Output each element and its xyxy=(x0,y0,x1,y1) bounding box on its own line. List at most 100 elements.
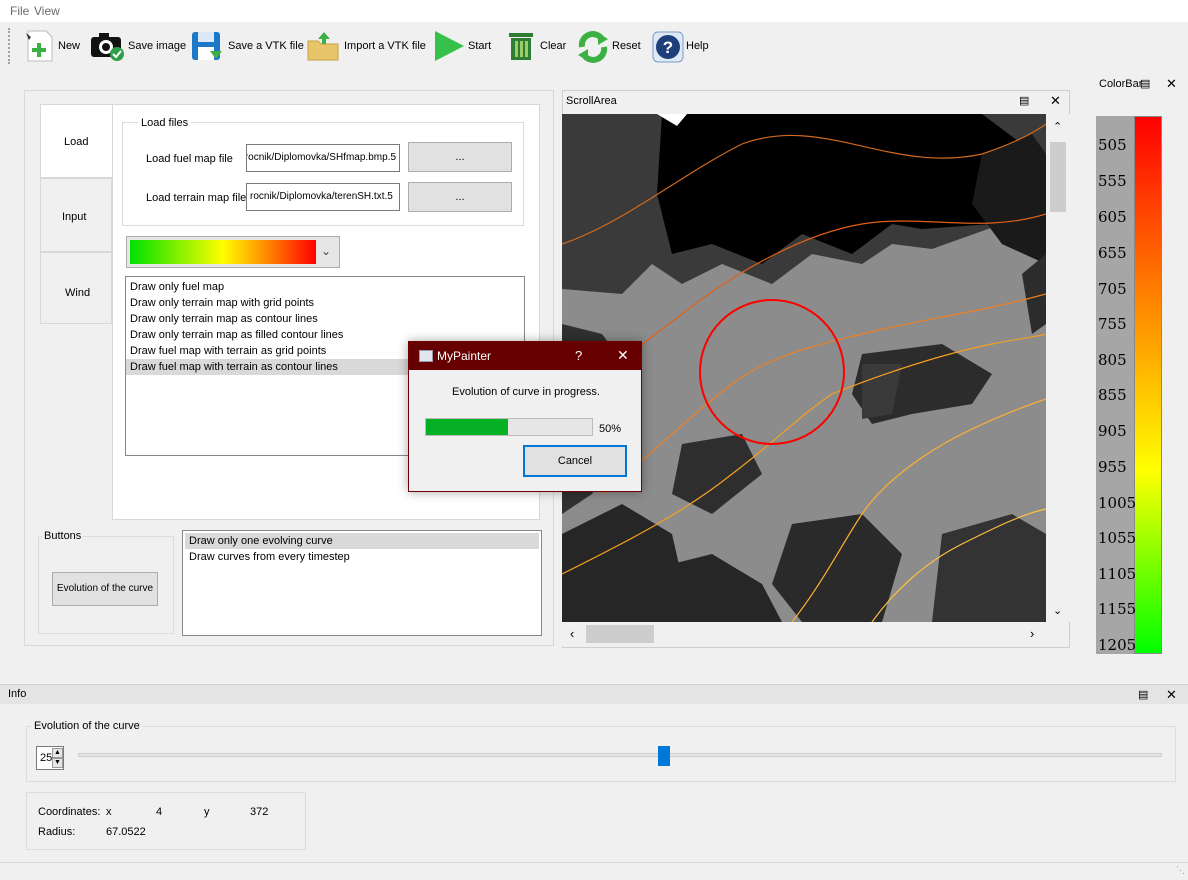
menu-view[interactable]: View xyxy=(34,4,60,18)
save-icon xyxy=(192,32,222,60)
curve-mode-list[interactable]: Draw only one evolving curve Draw curves… xyxy=(182,530,542,636)
list-item[interactable]: Draw only fuel map xyxy=(126,279,524,295)
fuel-map-path-field[interactable]: 5.rocnik/Diplomovka/SHfmap.bmp xyxy=(246,144,400,172)
radius-label: Radius: xyxy=(38,826,76,838)
close-icon[interactable]: ✕ xyxy=(1166,687,1177,703)
camera-icon xyxy=(91,33,124,61)
start-label: Start xyxy=(468,40,492,52)
save-image-label: Save image xyxy=(128,40,187,52)
start-button[interactable]: Start xyxy=(432,27,491,65)
progress-percent: 50% xyxy=(599,423,622,435)
colorbar-tick: 655 xyxy=(1098,244,1127,262)
spin-up-icon[interactable]: ▲ xyxy=(52,748,63,758)
timestep-slider-handle[interactable] xyxy=(658,746,671,766)
scroll-right-icon[interactable]: › xyxy=(1030,626,1034,641)
colorbar-tick: 1155 xyxy=(1098,600,1137,618)
float-icon[interactable]: ▤ xyxy=(1019,94,1029,107)
colorbar-tick: 805 xyxy=(1098,351,1127,369)
evolution-of-curve-button[interactable]: Evolution of the curve xyxy=(52,572,158,606)
tab-wind-label: Wind xyxy=(65,287,91,299)
terrain-map-browse-button[interactable]: ... xyxy=(408,182,512,212)
tab-load[interactable]: Load xyxy=(40,104,112,178)
help-button[interactable]: ? Help xyxy=(652,27,709,65)
x-value: 4 xyxy=(156,806,163,818)
float-icon[interactable]: ▤ xyxy=(1138,688,1148,701)
svg-text:?: ? xyxy=(663,38,673,57)
colorbar-tick: 955 xyxy=(1098,458,1127,476)
tab-input-label: Input xyxy=(62,211,87,223)
colormap-gradient-preview xyxy=(130,240,316,264)
radius-value: 67.0522 xyxy=(106,826,146,838)
trash-icon xyxy=(509,33,533,60)
clear-button[interactable]: Clear xyxy=(506,27,566,65)
terrain-map-label: Load terrain map file xyxy=(146,192,247,204)
horizontal-scroll-thumb[interactable] xyxy=(586,625,654,643)
colorbar-tick: 555 xyxy=(1098,172,1127,190)
close-icon[interactable]: ✕ xyxy=(1166,76,1177,92)
list-item-selected[interactable]: Draw only one evolving curve xyxy=(185,533,539,549)
cancel-button[interactable]: Cancel xyxy=(523,445,627,477)
import-vtk-label: Import a VTK file xyxy=(344,40,426,52)
close-icon[interactable]: ✕ xyxy=(617,347,629,364)
fuel-map-label: Load fuel map file xyxy=(146,153,233,165)
colorbar-tick: 1005 xyxy=(1098,494,1137,512)
help-icon: ? xyxy=(652,31,684,63)
coordinates-label: Coordinates: xyxy=(38,806,101,818)
colorbar-tick: 505 xyxy=(1098,136,1127,154)
list-item[interactable]: Draw only terrain map as contour lines xyxy=(126,311,524,327)
reset-button[interactable]: Reset xyxy=(576,27,641,65)
vertical-scrollbar[interactable]: ⌃ ⌄ xyxy=(1046,114,1070,622)
close-icon[interactable]: ✕ xyxy=(1050,93,1061,109)
horizontal-scrollbar[interactable]: ‹ › xyxy=(562,622,1046,646)
info-dock-titlebar: Info ▤ ✕ xyxy=(0,684,1188,704)
tab-wind[interactable]: Wind xyxy=(40,252,112,324)
evolution-group-title: Evolution of the curve xyxy=(32,720,142,732)
list-item[interactable]: Draw curves from every timestep xyxy=(185,549,541,565)
new-label: New xyxy=(58,40,81,52)
scroll-area-title: ScrollArea xyxy=(566,95,617,107)
play-icon xyxy=(435,31,464,61)
scroll-up-icon[interactable]: ⌃ xyxy=(1053,120,1062,133)
folder-import-icon xyxy=(307,32,339,61)
dialog-title: MyPainter xyxy=(437,349,492,363)
timestep-slider[interactable] xyxy=(78,746,1162,766)
tab-input[interactable]: Input xyxy=(40,178,112,252)
colorbar-gradient xyxy=(1134,116,1162,654)
dialog-message: Evolution of curve in progress. xyxy=(452,386,600,398)
float-icon[interactable]: ▤ xyxy=(1140,77,1150,90)
vertical-scroll-thumb[interactable] xyxy=(1050,142,1066,212)
x-label: x xyxy=(106,806,112,818)
new-button[interactable]: New xyxy=(22,27,80,65)
spin-down-icon[interactable]: ▼ xyxy=(52,758,63,768)
save-vtk-button[interactable]: Save a VTK file xyxy=(190,27,304,65)
load-files-title: Load files xyxy=(138,117,192,129)
y-label: y xyxy=(204,806,210,818)
list-item[interactable]: Draw only terrain map with grid points xyxy=(126,295,524,311)
info-dock-title: Info xyxy=(8,688,27,700)
import-vtk-button[interactable]: Import a VTK file xyxy=(306,27,426,65)
fuel-map-browse-button[interactable]: ... xyxy=(408,142,512,172)
new-file-icon xyxy=(26,30,53,62)
clear-label: Clear xyxy=(540,40,567,52)
toolbar-handle[interactable] xyxy=(8,28,12,64)
colormap-combo[interactable]: ⌄ xyxy=(126,236,340,268)
progress-bar xyxy=(425,418,593,436)
save-image-button[interactable]: Save image xyxy=(90,27,186,65)
timestep-spinbox-value: 25 xyxy=(40,752,53,764)
colorbar-title: ColorBar xyxy=(1099,78,1143,90)
scroll-left-icon[interactable]: ‹ xyxy=(570,626,574,641)
scroll-down-icon[interactable]: ⌄ xyxy=(1053,604,1062,617)
progress-dialog: MyPainter ? ✕ Evolution of curve in prog… xyxy=(408,341,642,492)
app-icon xyxy=(419,350,433,362)
colorbar-tick: 705 xyxy=(1098,280,1127,298)
progress-bar-fill xyxy=(426,419,508,435)
terrain-map-path-field[interactable]: 5.rocnik/Diplomovka/terenSH.txt xyxy=(246,183,400,211)
dialog-help-button[interactable]: ? xyxy=(575,348,582,363)
colorbar-tick: 1205 xyxy=(1098,636,1137,654)
tab-load-label: Load xyxy=(64,136,89,148)
timestep-spinbox[interactable]: 25 ▲ ▼ xyxy=(36,746,64,770)
reset-label: Reset xyxy=(612,40,641,52)
menu-file[interactable]: File xyxy=(10,4,29,18)
help-label: Help xyxy=(686,40,709,52)
resize-grip-icon[interactable]: ⋱ xyxy=(1176,865,1185,876)
